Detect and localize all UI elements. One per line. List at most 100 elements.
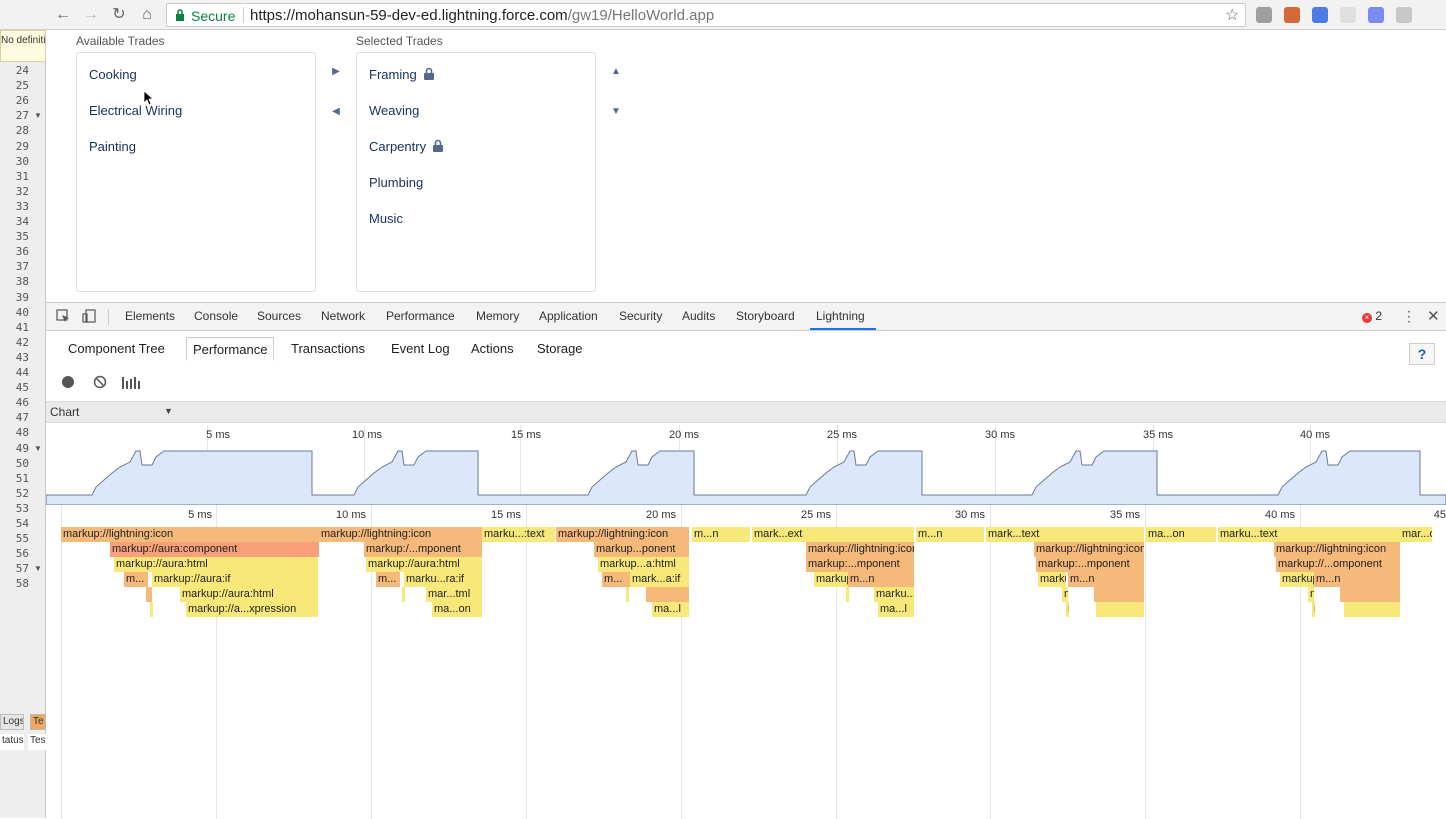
flame-block[interactable]: m...n	[1068, 572, 1144, 587]
tab-memory[interactable]: Memory	[476, 309, 519, 323]
flame-block[interactable]: ma...on	[1146, 527, 1216, 542]
extension-icon[interactable]	[1284, 7, 1300, 23]
device-toolbar-icon[interactable]	[82, 309, 96, 323]
back-icon[interactable]: ←	[53, 5, 73, 25]
tab-elements[interactable]: Elements	[125, 309, 175, 323]
flame-block[interactable]: m...n	[916, 527, 984, 542]
tab-console[interactable]: Console	[194, 309, 238, 323]
tab-performance[interactable]: Performance	[386, 309, 455, 323]
flame-block[interactable]	[1094, 587, 1144, 602]
view-mode-select[interactable]: Chart ▼	[46, 401, 1446, 423]
flame-block[interactable]	[1344, 602, 1400, 617]
subtab-event-log[interactable]: Event Log	[385, 337, 456, 361]
test-tab[interactable]: Te	[30, 714, 46, 730]
flame-block[interactable]	[646, 587, 689, 602]
flame-block[interactable]: ma...l	[652, 602, 689, 617]
extension-icon[interactable]	[1340, 7, 1356, 23]
move-right-arrow-icon[interactable]: ▶	[329, 65, 343, 79]
flame-block[interactable]: m...n	[692, 527, 750, 542]
flame-block[interactable]: mark...text	[986, 527, 1144, 542]
flame-block[interactable]: markup://...omponent	[1276, 557, 1400, 572]
flame-block[interactable]	[1340, 587, 1400, 602]
flame-block[interactable]: markup://aura:component	[110, 542, 319, 557]
flame-block[interactable]: markup:/...mponent	[364, 542, 482, 557]
extension-icon[interactable]	[1368, 7, 1384, 23]
help-button[interactable]: ?	[1409, 343, 1435, 365]
tab-security[interactable]: Security	[619, 309, 662, 323]
reload-icon[interactable]: ↻	[109, 5, 129, 25]
tab-application[interactable]: Application	[539, 309, 598, 323]
bookmark-star-icon[interactable]: ☆	[1225, 5, 1239, 25]
flame-block[interactable]: markup://aura:html	[180, 587, 318, 602]
flame-block[interactable]: markup://lightning:icon	[61, 527, 320, 542]
home-icon[interactable]: ⌂	[137, 5, 157, 25]
available-trades-list[interactable]: Cooking Electrical Wiring Painting	[76, 52, 316, 292]
tab-network[interactable]: Network	[321, 309, 365, 323]
subtab-component-tree[interactable]: Component Tree	[62, 337, 171, 361]
flame-block[interactable]: mark...a:if	[630, 572, 689, 587]
flame-block[interactable]: marku...ra:if	[1062, 587, 1068, 602]
flame-block[interactable]: markup...ponent	[594, 542, 689, 557]
address-bar[interactable]: Secure https://mohansun-59-dev-ed.lightn…	[166, 3, 1246, 27]
flame-block[interactable]: markup:/...ra:html	[814, 572, 848, 587]
selected-option[interactable]: Framing	[369, 67, 435, 82]
selected-trades-list[interactable]: Framing Weaving Carpentry Plumbing Music	[356, 52, 596, 292]
flame-block[interactable]: markup://aura:if	[152, 572, 318, 587]
fold-arrow-icon[interactable]: ▼	[34, 111, 42, 120]
flame-block[interactable]: m...n	[848, 572, 914, 587]
subtab-storage[interactable]: Storage	[531, 337, 589, 361]
inspect-element-icon[interactable]	[56, 309, 70, 323]
flame-block[interactable]: m...	[124, 572, 148, 587]
flame-block[interactable]: markup:/...ra:html	[1038, 572, 1066, 587]
flame-block[interactable]: marku...:text	[482, 527, 555, 542]
timeline-overview[interactable]: 5 ms 10 ms 15 ms 20 ms 25 ms 30 ms 35 ms 40 ms	[46, 425, 1446, 505]
move-left-arrow-icon[interactable]: ◀	[329, 105, 343, 119]
flame-block[interactable]: markup://a...xpression	[186, 602, 318, 617]
more-options-icon[interactable]: ⋮	[1402, 308, 1416, 325]
tab-audits[interactable]: Audits	[682, 309, 715, 323]
flame-block[interactable]: markup://lightning:icon	[319, 527, 482, 542]
clear-icon[interactable]	[93, 375, 107, 389]
extension-icon[interactable]	[1312, 7, 1328, 23]
flame-block[interactable]	[1096, 602, 1144, 617]
flame-block[interactable]: m...	[376, 572, 400, 587]
tab-storyboard[interactable]: Storyboard	[736, 309, 795, 323]
bar-chart-icon[interactable]	[122, 375, 140, 389]
flame-block[interactable]: mark...ext	[752, 527, 914, 542]
flame-block[interactable]: markup...ra:if	[1308, 587, 1314, 602]
flame-block[interactable]: mar...tml	[1312, 602, 1315, 617]
flame-block[interactable]: markup://aura:html	[1280, 572, 1314, 587]
available-option[interactable]: Painting	[89, 139, 136, 154]
flame-block[interactable]: ma...on	[432, 602, 482, 617]
flame-block[interactable]: ma...l	[878, 602, 914, 617]
flame-block[interactable]: m...n	[1314, 572, 1400, 587]
logs-tab[interactable]: Logs	[0, 714, 24, 730]
flame-block[interactable]: markup://lightning:icon	[1034, 542, 1144, 557]
flame-block[interactable]: marku...ra:if	[404, 572, 482, 587]
fold-arrow-icon[interactable]: ▼	[34, 564, 42, 573]
error-count-badge[interactable]: × 2	[1362, 309, 1382, 323]
selected-option[interactable]: Weaving	[369, 103, 419, 118]
subtab-actions[interactable]: Actions	[465, 337, 520, 361]
flame-block[interactable]: mar...tml	[426, 587, 482, 602]
selected-option[interactable]: Music	[369, 211, 403, 226]
tab-lightning[interactable]: Lightning	[816, 309, 865, 323]
tab-sources[interactable]: Sources	[257, 309, 301, 323]
selected-option[interactable]: Plumbing	[369, 175, 423, 190]
flame-block[interactable]: mar...ml	[1066, 602, 1069, 617]
flame-block[interactable]: mar...on	[1400, 527, 1432, 542]
fold-arrow-icon[interactable]: ▼	[34, 444, 42, 453]
flame-block[interactable]: markup...a:html	[598, 557, 689, 572]
flame-block[interactable]	[402, 587, 405, 602]
flame-block[interactable]: m...	[602, 572, 630, 587]
flame-block[interactable]: markup:...mponent	[806, 557, 914, 572]
selected-option[interactable]: Carpentry	[369, 139, 444, 154]
flame-block[interactable]: markup://aura:html	[114, 557, 318, 572]
flame-block[interactable]: markup://aura:html	[366, 557, 482, 572]
flame-block[interactable]	[626, 587, 629, 602]
move-down-arrow-icon[interactable]: ▼	[609, 105, 623, 119]
flame-block[interactable]: markup://lightning:icon	[1274, 542, 1400, 557]
flame-block[interactable]: markup://lightning:icon	[556, 527, 689, 542]
flame-block[interactable]: marku...text	[1218, 527, 1400, 542]
available-option[interactable]: Cooking	[89, 67, 137, 82]
